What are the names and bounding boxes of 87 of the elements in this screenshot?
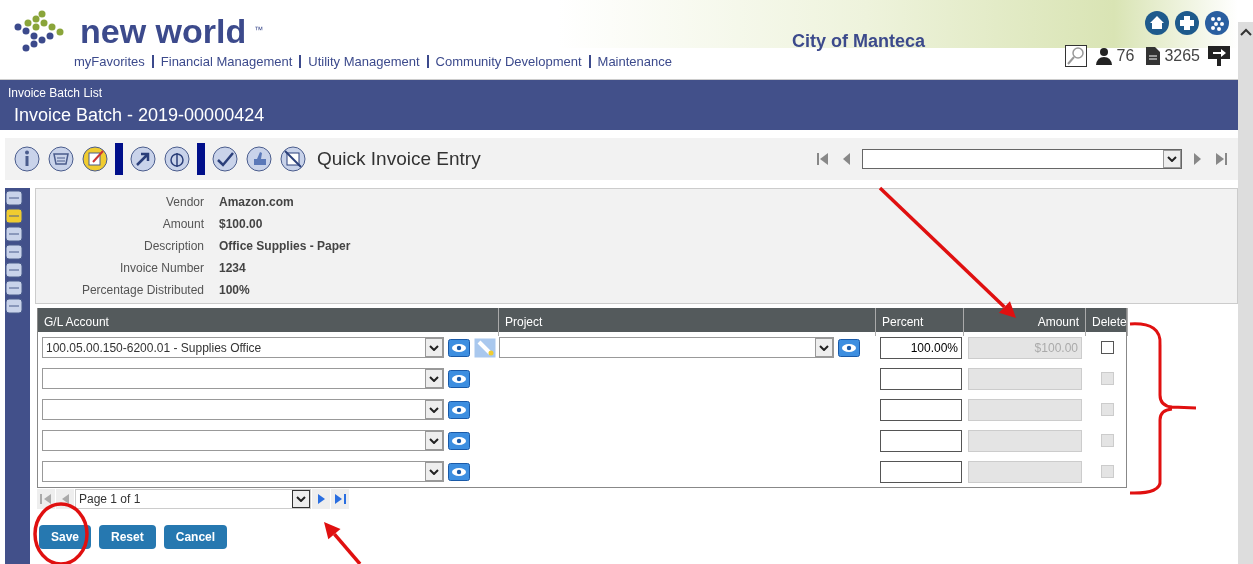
- field-label: Description: [142, 238, 204, 255]
- field-value: $100.00: [219, 216, 264, 233]
- next-icon[interactable]: [315, 492, 327, 506]
- organization-name: City of Manteca: [792, 30, 926, 53]
- cancel-button[interactable]: Cancel: [163, 525, 228, 549]
- chevron-icon: [819, 344, 829, 351]
- nav-link[interactable]: Community Development: [435, 52, 582, 72]
- last-icon[interactable]: [333, 492, 347, 506]
- eye-icon[interactable]: [448, 400, 470, 419]
- dropdown-field[interactable]: [499, 337, 834, 358]
- record-select[interactable]: [862, 149, 1182, 169]
- scrollbar[interactable]: [1238, 22, 1253, 564]
- toolbar-title: Quick Invoice Entry: [317, 146, 481, 171]
- nav-link[interactable]: Financial Management: [160, 52, 293, 72]
- column-header: Delete: [1086, 308, 1128, 336]
- edit-icon[interactable]: [81, 145, 109, 173]
- save-button[interactable]: Save: [39, 525, 92, 549]
- eye-icon[interactable]: [838, 338, 860, 357]
- home-icon[interactable]: [1144, 10, 1170, 36]
- field-value: 100%: [219, 282, 251, 299]
- column-header: Percent: [876, 308, 964, 336]
- column-header: G/L Account: [38, 308, 499, 336]
- annotation-arrow: [324, 522, 362, 564]
- reset-button[interactable]: Reset: [99, 525, 156, 549]
- field-label: Amount: [161, 216, 204, 233]
- toolbar-separator: [115, 143, 123, 175]
- page-title: Invoice Batch - 2019-00000424: [13, 104, 266, 127]
- chevron-icon: [1167, 156, 1177, 162]
- list-icon[interactable]: [47, 145, 75, 173]
- chevron-icon: [296, 496, 306, 502]
- search-icon[interactable]: [1064, 45, 1087, 67]
- tab-icon[interactable]: [5, 190, 23, 206]
- trademark: ™: [254, 24, 264, 38]
- add-icon[interactable]: [1174, 10, 1200, 36]
- dropdown-field[interactable]: [42, 399, 444, 420]
- tab-icon[interactable]: [5, 208, 23, 224]
- field-label: Vendor: [164, 194, 204, 211]
- caret-icon[interactable]: [1239, 28, 1252, 36]
- nav-link[interactable]: Maintenance: [597, 52, 672, 72]
- percent-field[interactable]: [880, 367, 962, 390]
- thumbs-up-icon[interactable]: [245, 145, 273, 173]
- percent-field[interactable]: 100.00%: [880, 336, 962, 359]
- eye-icon[interactable]: [448, 431, 470, 450]
- tab-icon[interactable]: [5, 298, 23, 314]
- chevron-icon: [429, 437, 439, 444]
- dropdown-field[interactable]: [42, 368, 444, 389]
- dropdown-field[interactable]: [42, 430, 444, 451]
- chevron-icon: [429, 375, 439, 382]
- eye-icon[interactable]: [448, 462, 470, 481]
- delete-checkbox[interactable]: [1100, 341, 1114, 354]
- field-value: Amazon.com: [219, 194, 295, 211]
- chevron-icon: [429, 344, 439, 351]
- chevron-icon: [429, 406, 439, 413]
- grid-icon[interactable]: [1204, 10, 1230, 36]
- tab-icon[interactable]: [5, 262, 23, 278]
- amount-field: $100.00: [968, 336, 1082, 359]
- tab-icon[interactable]: [5, 244, 23, 260]
- eye-icon[interactable]: [448, 369, 470, 388]
- chevron-icon: [429, 468, 439, 475]
- toolbar-separator: [197, 143, 205, 175]
- sign-out-icon[interactable]: [1208, 46, 1230, 66]
- tab-icon[interactable]: [5, 226, 23, 242]
- logo-text: new world: [80, 14, 247, 48]
- percent-field[interactable]: [880, 398, 962, 421]
- field-label: Percentage Distributed: [80, 282, 204, 299]
- user-icon: [1094, 47, 1113, 65]
- first-icon[interactable]: [39, 492, 53, 506]
- field-value: 1234: [219, 260, 247, 277]
- percent-field[interactable]: [880, 429, 962, 452]
- check-icon[interactable]: [211, 145, 239, 173]
- document-count: 3265: [1164, 46, 1200, 66]
- tab-icon[interactable]: [5, 280, 23, 296]
- page-select[interactable]: Page 1 of 1: [75, 489, 311, 509]
- cancel-icon[interactable]: [279, 145, 307, 173]
- nav-link[interactable]: Utility Management: [308, 52, 420, 72]
- nav-link[interactable]: myFavorites: [74, 52, 145, 72]
- field-label: Invoice Number: [118, 260, 204, 277]
- breadcrumb-link[interactable]: Invoice Batch List: [8, 84, 1230, 102]
- eye-icon[interactable]: [448, 338, 470, 357]
- user-count: 76: [1116, 46, 1135, 66]
- column-header: Project: [499, 308, 876, 336]
- dropdown-field[interactable]: 100.05.00.150-6200.01 - Supplies Office: [42, 337, 444, 358]
- field-value: Office Supplies - Paper: [219, 238, 352, 255]
- percent-field[interactable]: [880, 460, 962, 483]
- dropdown-field[interactable]: [42, 461, 444, 482]
- info-icon[interactable]: [13, 145, 41, 173]
- document-icon: [1146, 47, 1161, 65]
